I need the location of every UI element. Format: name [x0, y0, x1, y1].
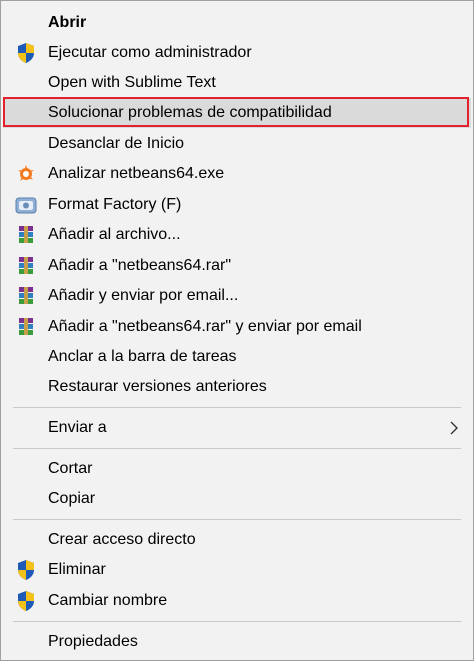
menu-item-label: Format Factory (F)	[48, 196, 182, 213]
menu-item-label: Añadir a "netbeans64.rar"	[48, 257, 232, 274]
menu-item-label: Desanclar de Inicio	[48, 135, 185, 152]
winrar-icon	[15, 255, 37, 277]
menu-item-label: Enviar a	[48, 419, 107, 436]
menu-item-eliminar[interactable]: Eliminar	[3, 555, 471, 585]
chevron-right-icon	[450, 421, 458, 435]
menu-item-label: Restaurar versiones anteriores	[48, 378, 267, 395]
menu-item-cambiar-nombre[interactable]: Cambiar nombre	[3, 586, 471, 616]
menu-separator	[13, 448, 461, 449]
menu-item-label: Eliminar	[48, 561, 106, 578]
menu-item-label: Añadir al archivo...	[48, 226, 181, 243]
menu-item-enviar-a[interactable]: Enviar a	[3, 413, 471, 443]
shield-icon	[15, 559, 37, 581]
menu-item-anclar-barra-tareas[interactable]: Anclar a la barra de tareas	[3, 342, 471, 372]
menu-item-crear-acceso-directo[interactable]: Crear acceso directo	[3, 525, 471, 555]
menu-item-label: Open with Sublime Text	[48, 74, 216, 91]
menu-item-ejecutar-como-administrador[interactable]: Ejecutar como administrador	[3, 38, 471, 68]
menu-item-restaurar-versiones[interactable]: Restaurar versiones anteriores	[3, 372, 471, 402]
menu-item-label: Anclar a la barra de tareas	[48, 348, 237, 365]
menu-item-copiar[interactable]: Copiar	[3, 484, 471, 514]
format-factory-icon	[15, 194, 37, 216]
menu-item-label: Copiar	[48, 490, 96, 507]
winrar-icon	[15, 316, 37, 338]
menu-item-desanclar-inicio[interactable]: Desanclar de Inicio	[3, 129, 471, 159]
menu-separator	[13, 407, 461, 408]
menu-item-anadir-enviar-email[interactable]: Añadir y enviar por email...	[3, 281, 471, 311]
context-menu: Abrir Ejecutar como administrador Open w…	[0, 0, 474, 661]
menu-item-solucionar-problemas[interactable]: Solucionar problemas de compatibilidad	[3, 98, 471, 128]
menu-item-label: Solucionar problemas de compatibilidad	[48, 104, 332, 121]
avast-icon	[15, 163, 37, 185]
menu-item-label: Crear acceso directo	[48, 531, 196, 548]
menu-item-format-factory[interactable]: Format Factory (F)	[3, 190, 471, 220]
shield-icon	[15, 42, 37, 64]
menu-item-label: Ejecutar como administrador	[48, 44, 252, 61]
menu-item-label: Añadir y enviar por email...	[48, 287, 239, 304]
menu-item-label: Cambiar nombre	[48, 592, 168, 609]
menu-item-analizar[interactable]: Analizar netbeans64.exe	[3, 159, 471, 189]
menu-item-abrir[interactable]: Abrir	[3, 8, 471, 38]
winrar-icon	[15, 285, 37, 307]
menu-item-label: Abrir	[48, 14, 87, 31]
menu-item-label: Propiedades	[48, 633, 138, 650]
menu-item-cortar[interactable]: Cortar	[3, 454, 471, 484]
menu-item-label: Cortar	[48, 460, 93, 477]
menu-item-label: Añadir a "netbeans64.rar" y enviar por e…	[48, 318, 362, 335]
menu-item-propiedades[interactable]: Propiedades	[3, 627, 471, 657]
menu-item-anadir-rar-enviar-email[interactable]: Añadir a "netbeans64.rar" y enviar por e…	[3, 312, 471, 342]
shield-icon	[15, 590, 37, 612]
menu-item-open-with-sublime[interactable]: Open with Sublime Text	[3, 68, 471, 98]
winrar-icon	[15, 224, 37, 246]
menu-item-anadir-archivo[interactable]: Añadir al archivo...	[3, 220, 471, 250]
menu-separator	[13, 621, 461, 622]
menu-item-label: Analizar netbeans64.exe	[48, 165, 225, 182]
menu-item-anadir-rar[interactable]: Añadir a "netbeans64.rar"	[3, 251, 471, 281]
menu-separator	[13, 519, 461, 520]
